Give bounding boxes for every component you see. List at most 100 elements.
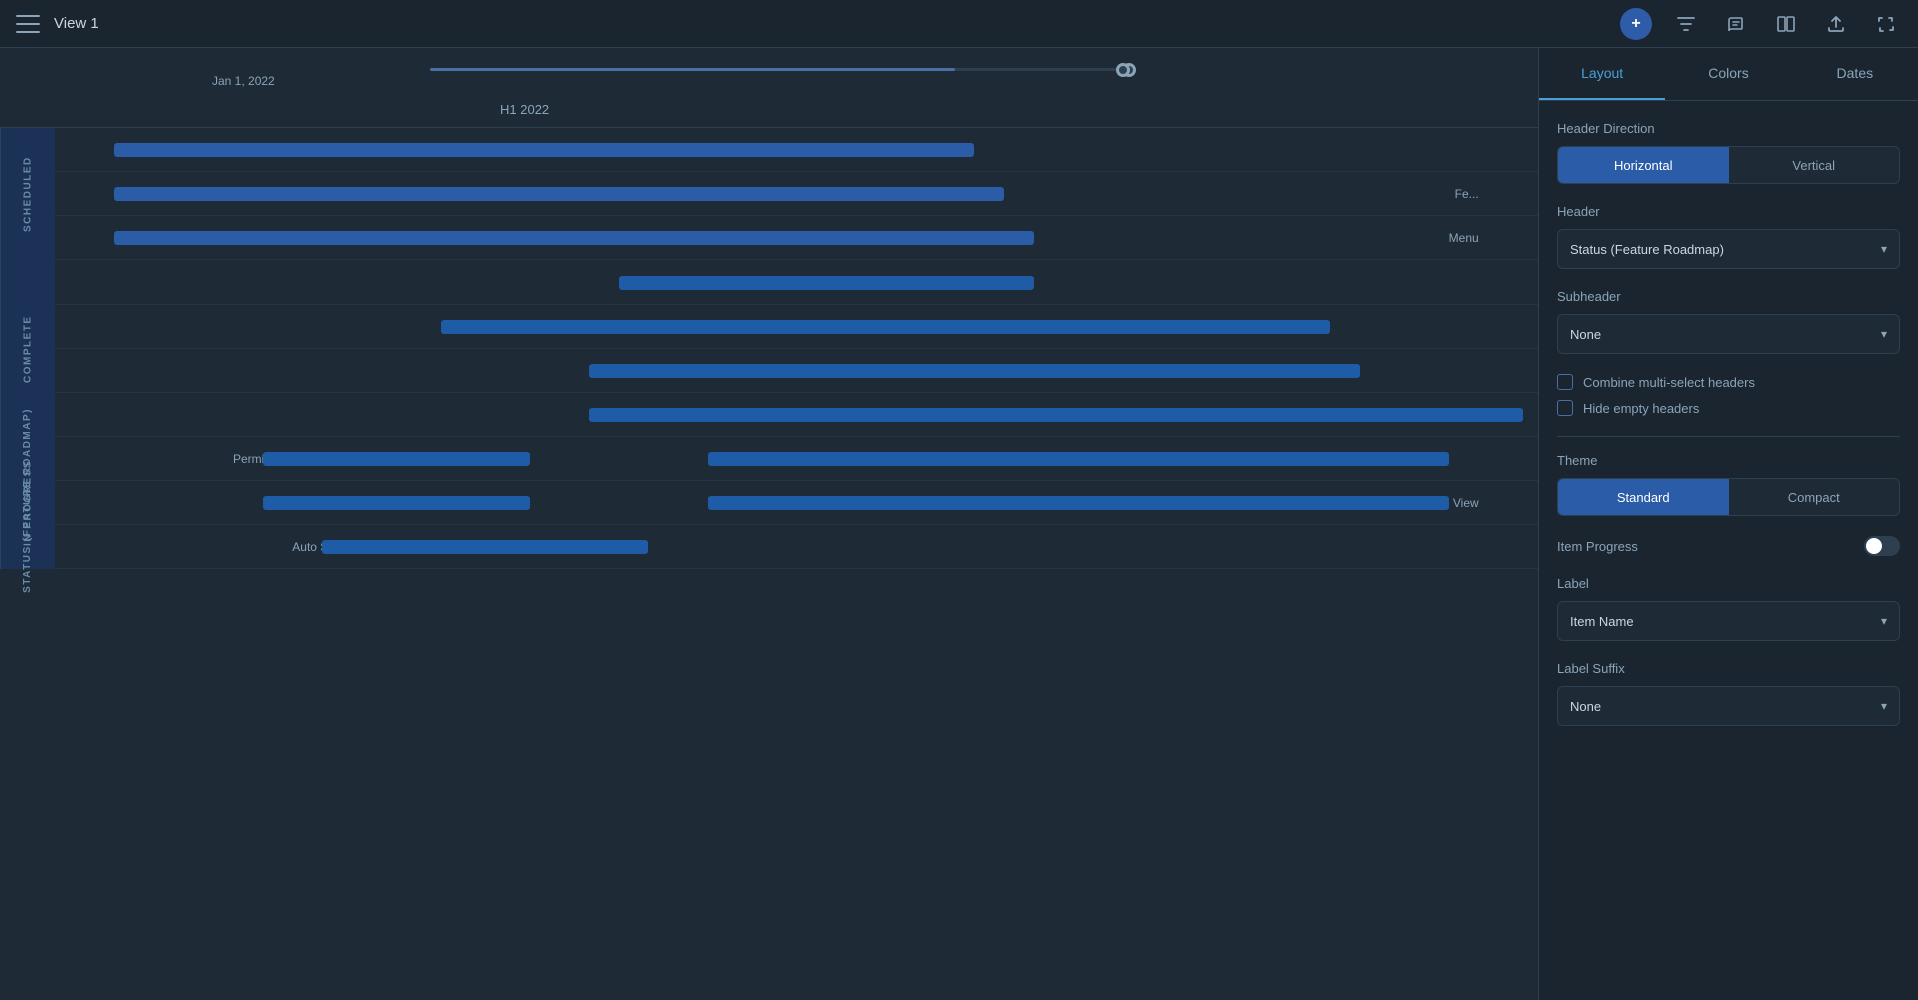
table-row: Mobile Version [55, 393, 1538, 437]
header-section: Header Status (Feature Roadmap) ▾ [1557, 204, 1900, 269]
topbar: View 1 + [0, 0, 1918, 48]
bar-container [55, 128, 1538, 171]
add-icon[interactable]: + [1620, 8, 1652, 40]
gantt-bar [114, 231, 1033, 245]
checkbox-hide-empty[interactable]: Hide empty headers [1557, 400, 1900, 416]
table-row: Menu [55, 216, 1538, 260]
toggle-vertical[interactable]: Vertical [1729, 147, 1900, 183]
status-group-complete: COMPLETE Sharing Data Upload Speed [0, 261, 1538, 437]
columns-icon[interactable] [1770, 8, 1802, 40]
timeline-date: Jan 1, 2022 [212, 74, 275, 88]
bar-container [55, 216, 1538, 259]
tab-layout[interactable]: Layout [1539, 48, 1665, 100]
item-progress-row: Item Progress [1557, 536, 1900, 556]
timeline-slider[interactable] [430, 68, 1130, 71]
expand-icon[interactable] [1870, 8, 1902, 40]
label-suffix-section: Label Suffix None ▾ [1557, 661, 1900, 726]
timeline-label: H1 2022 [500, 102, 549, 117]
header-direction-toggle: Horizontal Vertical [1557, 146, 1900, 184]
label-suffix-title: Label Suffix [1557, 661, 1900, 676]
subheader-dropdown-value: None [1570, 327, 1601, 342]
export-icon[interactable] [1820, 8, 1852, 40]
table-row: Fe... [55, 172, 1538, 216]
gantt-area: Jan 1, 2022 H1 2022 SCHEDULED [0, 48, 1538, 1000]
complete-items: Sharing Data Upload Speed [55, 261, 1538, 437]
filter-icon[interactable] [1670, 8, 1702, 40]
tab-dates[interactable]: Dates [1792, 48, 1918, 100]
status-group-inprogress: IN PROGRESS Permissions Executive View [0, 437, 1538, 569]
checkbox-combine-label: Combine multi-select headers [1583, 375, 1755, 390]
status-label-text-scheduled: SCHEDULED [0, 128, 55, 261]
toggle-horizontal[interactable]: Horizontal [1558, 147, 1729, 183]
gantt-bar [322, 540, 648, 554]
scheduled-items: Fe... Menu [55, 128, 1538, 261]
table-row: Data Upload Speed [55, 305, 1538, 349]
gantt-bar [619, 276, 1034, 290]
hamburger-icon[interactable] [16, 15, 40, 33]
slider-thumb-right[interactable] [1116, 63, 1130, 77]
table-row: Real Time Mirroring [55, 349, 1538, 393]
subheader-title: Subheader [1557, 289, 1900, 304]
theme-title: Theme [1557, 453, 1900, 468]
view-title: View 1 [54, 15, 1620, 32]
gantt-bar-a [263, 496, 530, 510]
bar-container [55, 525, 1538, 568]
gantt-bar [114, 143, 974, 157]
paint-icon[interactable] [1720, 8, 1752, 40]
theme-toggle: Standard Compact [1557, 478, 1900, 516]
theme-section: Theme Standard Compact [1557, 453, 1900, 516]
tab-colors[interactable]: Colors [1665, 48, 1791, 100]
label-dropdown-value: Item Name [1570, 614, 1634, 629]
toggle-compact[interactable]: Compact [1729, 479, 1900, 515]
header-direction-section: Header Direction Horizontal Vertical [1557, 121, 1900, 184]
label-dropdown[interactable]: Item Name ▾ [1557, 601, 1900, 641]
label-title: Label [1557, 576, 1900, 591]
checkbox-combine[interactable]: Combine multi-select headers [1557, 374, 1900, 390]
panel-content: Header Direction Horizontal Vertical Hea… [1539, 101, 1918, 1000]
right-panel: Layout Colors Dates Header Direction Hor… [1538, 48, 1918, 1000]
panel-divider [1557, 436, 1900, 437]
label-suffix-dropdown-arrow: ▾ [1881, 699, 1887, 713]
gantt-scroll[interactable]: SCHEDULED Fe... [0, 128, 1538, 1000]
checkboxes-section: Combine multi-select headers Hide empty … [1557, 374, 1900, 416]
subheader-section: Subheader None ▾ [1557, 289, 1900, 354]
gantt-bar-b [708, 496, 1450, 510]
panel-tabs: Layout Colors Dates [1539, 48, 1918, 101]
gantt-bar-b [708, 452, 1450, 466]
header-dropdown[interactable]: Status (Feature Roadmap) ▾ [1557, 229, 1900, 269]
toggle-standard[interactable]: Standard [1558, 479, 1729, 515]
subheader-dropdown[interactable]: None ▾ [1557, 314, 1900, 354]
status-label-scheduled: SCHEDULED [0, 128, 55, 261]
status-group-scheduled: SCHEDULED Fe... [0, 128, 1538, 261]
bar-container [55, 305, 1538, 348]
label-section: Label Item Name ▾ [1557, 576, 1900, 641]
gantt-bar [114, 187, 1004, 201]
bar-container [55, 437, 1538, 480]
item-progress-title: Item Progress [1557, 539, 1638, 554]
bar-container [55, 261, 1538, 304]
item-progress-toggle[interactable] [1864, 536, 1900, 556]
main-area: Jan 1, 2022 H1 2022 SCHEDULED [0, 48, 1918, 1000]
table-row: Sharing [55, 261, 1538, 305]
table-row: Auto Save [55, 525, 1538, 569]
gantt-bar [589, 408, 1523, 422]
bar-container [55, 172, 1538, 215]
checkbox-combine-box[interactable] [1557, 374, 1573, 390]
inprogress-items: Permissions Executive View [55, 437, 1538, 569]
label-suffix-dropdown[interactable]: None ▾ [1557, 686, 1900, 726]
status-label-text-inprogress: IN PROGRESS [0, 437, 55, 569]
header-direction-title: Header Direction [1557, 121, 1900, 136]
topbar-icons: + [1620, 8, 1902, 40]
label-suffix-dropdown-value: None [1570, 699, 1601, 714]
checkbox-hide-empty-box[interactable] [1557, 400, 1573, 416]
gantt-bar-a [263, 452, 530, 466]
table-row: Permissions [55, 437, 1538, 481]
bar-container [55, 349, 1538, 392]
gantt-bar [589, 364, 1360, 378]
table-row [55, 128, 1538, 172]
status-label-complete: COMPLETE [0, 261, 55, 437]
checkbox-hide-empty-label: Hide empty headers [1583, 401, 1699, 416]
timeline-header: Jan 1, 2022 H1 2022 [0, 48, 1538, 128]
subheader-dropdown-arrow: ▾ [1881, 327, 1887, 341]
slider-fill [430, 68, 955, 71]
